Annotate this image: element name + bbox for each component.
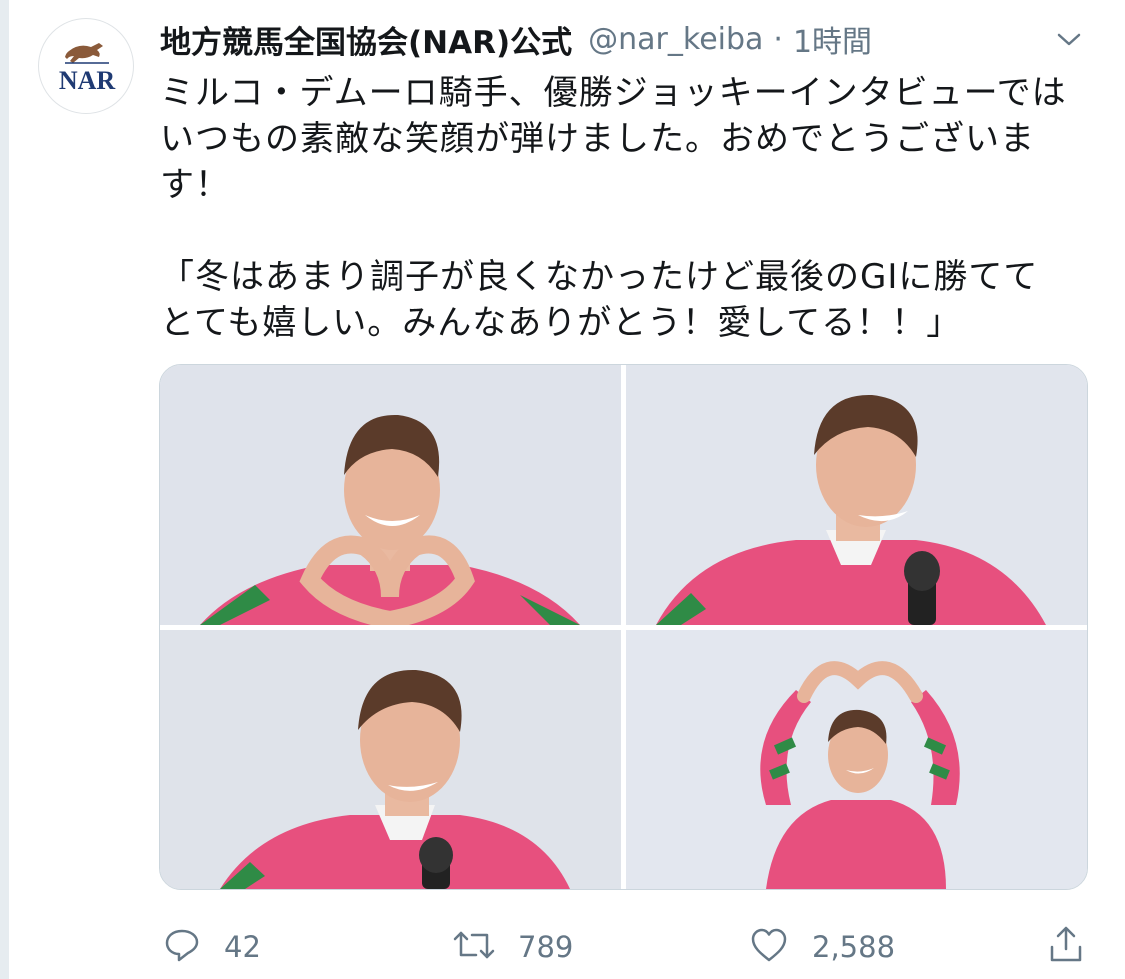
timeline-left-border: [0, 0, 9, 979]
photo-heart-overhead[interactable]: [626, 630, 1087, 889]
photo-heart-hands[interactable]: [160, 365, 621, 625]
tweet-line: いつもの素敵な笑顔が弾けました。おめでとうございま: [160, 119, 1035, 159]
account-handle[interactable]: @nar_keiba: [588, 22, 763, 57]
retweet-count: 789: [518, 930, 574, 964]
reply-icon: [162, 925, 202, 969]
chevron-down-icon[interactable]: [1052, 22, 1086, 56]
separator-dot: ·: [773, 21, 783, 57]
reply-count: 42: [224, 930, 261, 964]
profile-avatar[interactable]: NAR: [38, 18, 134, 114]
tweet-line: とても嬉しい。みんなありがとう！愛してる！！」: [160, 303, 962, 343]
share-button[interactable]: [1046, 922, 1086, 972]
photo-smile-mic[interactable]: [160, 630, 621, 889]
nar-logo-text: NAR: [59, 66, 116, 95]
like-count: 2,588: [812, 930, 896, 964]
nar-logo: NAR: [43, 23, 131, 111]
share-icon: [1046, 925, 1086, 969]
tweet-line-blank: [160, 208, 1090, 254]
media-grid: [159, 364, 1088, 890]
reply-button[interactable]: 42: [162, 922, 261, 972]
tweet-line: ミルコ・デムーロ騎手、優勝ジョッキーインタビューでは: [160, 73, 1067, 113]
retweet-button[interactable]: 789: [452, 922, 573, 972]
account-name[interactable]: 地方競馬全国協会(NAR)公式: [160, 17, 572, 62]
tweet-time[interactable]: 1時間: [793, 17, 872, 61]
like-button[interactable]: 2,588: [748, 922, 895, 972]
tweet-text: ミルコ・デムーロ騎手、優勝ジョッキーインタビューでは いつもの素敵な笑顔が弾けま…: [160, 70, 1090, 346]
photo-interview-mic[interactable]: [626, 365, 1087, 625]
tweet-line: 「冬はあまり調子が良くなかったけど最後のGIに勝てて: [160, 257, 1039, 297]
tweet-line: す！: [160, 165, 230, 205]
tweet-actions: 42 789 2,588: [160, 922, 1090, 972]
retweet-icon: [452, 925, 496, 969]
heart-icon: [748, 925, 790, 969]
tweet-header: 地方競馬全国協会(NAR)公式 @nar_keiba · 1時間: [160, 16, 1060, 62]
